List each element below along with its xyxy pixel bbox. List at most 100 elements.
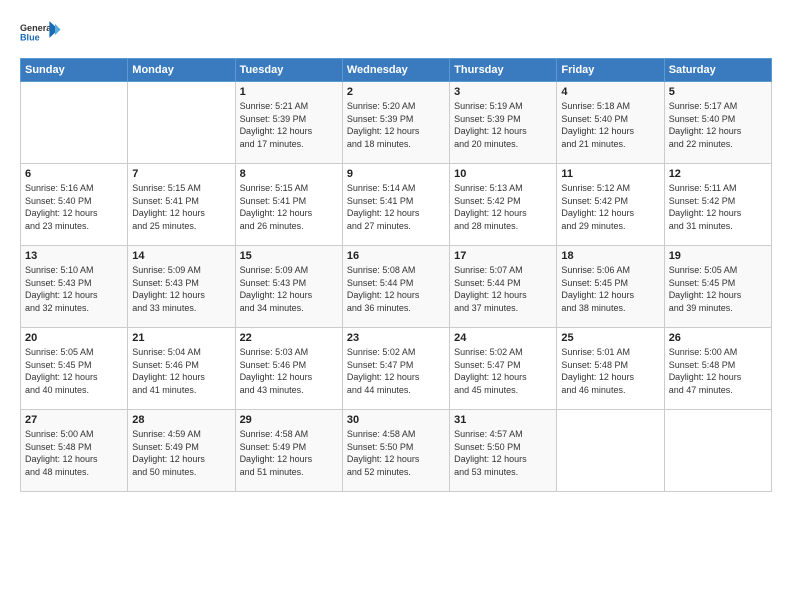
logo-svg: General Blue [20,18,62,48]
day-detail: Sunrise: 5:02 AMSunset: 5:47 PMDaylight:… [454,346,552,396]
day-number: 21 [132,332,230,344]
calendar-cell: 12 Sunrise: 5:11 AMSunset: 5:42 PMDayligh… [664,164,771,246]
calendar-cell [21,82,128,164]
day-detail: Sunrise: 5:11 AMSunset: 5:42 PMDaylight:… [669,182,767,232]
day-detail: Sunrise: 5:08 AMSunset: 5:44 PMDaylight:… [347,264,445,314]
day-number: 24 [454,332,552,344]
day-detail: Sunrise: 5:09 AMSunset: 5:43 PMDaylight:… [240,264,338,314]
day-number: 23 [347,332,445,344]
day-number: 30 [347,414,445,426]
day-number: 26 [669,332,767,344]
calendar-cell: 4Sunrise: 5:18 AMSunset: 5:40 PMDaylight… [557,82,664,164]
day-number: 29 [240,414,338,426]
weekday-header-row: SundayMondayTuesdayWednesdayThursdayFrid… [21,59,772,82]
calendar-cell: 13 Sunrise: 5:10 AMSunset: 5:43 PMDayligh… [21,246,128,328]
day-detail: Sunrise: 5:06 AMSunset: 5:45 PMDaylight:… [561,264,659,314]
day-detail: Sunrise: 5:07 AMSunset: 5:44 PMDaylight:… [454,264,552,314]
day-detail: Sunrise: 4:59 AMSunset: 5:49 PMDaylight:… [132,428,230,478]
day-detail: Sunrise: 5:12 AMSunset: 5:42 PMDaylight:… [561,182,659,232]
day-number: 3 [454,86,552,98]
calendar-cell: 31Sunrise: 4:57 AMSunset: 5:50 PMDayligh… [450,410,557,492]
header: General Blue [20,18,772,48]
calendar-cell: 25Sunrise: 5:01 AMSunset: 5:48 PMDayligh… [557,328,664,410]
day-detail: Sunrise: 5:13 AMSunset: 5:42 PMDaylight:… [454,182,552,232]
calendar-cell: 16 Sunrise: 5:08 AMSunset: 5:44 PMDayligh… [342,246,449,328]
calendar-cell: 17Sunrise: 5:07 AMSunset: 5:44 PMDayligh… [450,246,557,328]
day-number: 1 [240,86,338,98]
calendar-cell: 28 Sunrise: 4:59 AMSunset: 5:49 PMDayligh… [128,410,235,492]
calendar-cell: 3 Sunrise: 5:19 AMSunset: 5:39 PMDaylight… [450,82,557,164]
day-detail: Sunrise: 5:21 AMSunset: 5:39 PMDaylight:… [240,100,338,150]
weekday-header-tuesday: Tuesday [235,59,342,82]
calendar-cell: 1 Sunrise: 5:21 AMSunset: 5:39 PMDaylight… [235,82,342,164]
day-detail: Sunrise: 5:00 AMSunset: 5:48 PMDaylight:… [25,428,123,478]
day-detail: Sunrise: 5:05 AMSunset: 5:45 PMDaylight:… [25,346,123,396]
day-detail: Sunrise: 5:20 AMSunset: 5:39 PMDaylight:… [347,100,445,150]
calendar-cell: 7 Sunrise: 5:15 AMSunset: 5:41 PMDaylight… [128,164,235,246]
day-detail: Sunrise: 5:02 AMSunset: 5:47 PMDaylight:… [347,346,445,396]
day-number: 6 [25,168,123,180]
weekday-header-friday: Friday [557,59,664,82]
calendar-cell: 14Sunrise: 5:09 AMSunset: 5:43 PMDayligh… [128,246,235,328]
day-detail: Sunrise: 5:15 AMSunset: 5:41 PMDaylight:… [132,182,230,232]
calendar-cell: 19Sunrise: 5:05 AMSunset: 5:45 PMDayligh… [664,246,771,328]
weekday-header-thursday: Thursday [450,59,557,82]
calendar-cell: 29 Sunrise: 4:58 AMSunset: 5:49 PMDayligh… [235,410,342,492]
day-number: 22 [240,332,338,344]
calendar-cell: 18 Sunrise: 5:06 AMSunset: 5:45 PMDayligh… [557,246,664,328]
day-detail: Sunrise: 5:05 AMSunset: 5:45 PMDaylight:… [669,264,767,314]
day-detail: Sunrise: 5:14 AMSunset: 5:41 PMDaylight:… [347,182,445,232]
calendar-cell: 22 Sunrise: 5:03 AMSunset: 5:46 PMDayligh… [235,328,342,410]
svg-text:Blue: Blue [20,33,40,43]
calendar-cell: 8 Sunrise: 5:15 AMSunset: 5:41 PMDaylight… [235,164,342,246]
day-detail: Sunrise: 5:10 AMSunset: 5:43 PMDaylight:… [25,264,123,314]
day-number: 18 [561,250,659,262]
calendar-cell: 23 Sunrise: 5:02 AMSunset: 5:47 PMDayligh… [342,328,449,410]
day-number: 4 [561,86,659,98]
week-row-1: 1 Sunrise: 5:21 AMSunset: 5:39 PMDaylight… [21,82,772,164]
day-number: 14 [132,250,230,262]
day-detail: Sunrise: 4:58 AMSunset: 5:49 PMDaylight:… [240,428,338,478]
day-detail: Sunrise: 5:15 AMSunset: 5:41 PMDaylight:… [240,182,338,232]
day-number: 15 [240,250,338,262]
logo: General Blue [20,18,62,48]
calendar-cell: 30 Sunrise: 4:58 AMSunset: 5:50 PMDayligh… [342,410,449,492]
day-detail: Sunrise: 5:16 AMSunset: 5:40 PMDaylight:… [25,182,123,232]
day-number: 5 [669,86,767,98]
weekday-header-wednesday: Wednesday [342,59,449,82]
calendar-cell: 5 Sunrise: 5:17 AMSunset: 5:40 PMDaylight… [664,82,771,164]
day-number: 28 [132,414,230,426]
svg-text:General: General [20,23,54,33]
calendar-cell: 10 Sunrise: 5:13 AMSunset: 5:42 PMDayligh… [450,164,557,246]
day-number: 27 [25,414,123,426]
calendar-cell [128,82,235,164]
week-row-5: 27 Sunrise: 5:00 AMSunset: 5:48 PMDayligh… [21,410,772,492]
day-detail: Sunrise: 4:58 AMSunset: 5:50 PMDaylight:… [347,428,445,478]
day-number: 13 [25,250,123,262]
calendar-table: SundayMondayTuesdayWednesdayThursdayFrid… [20,58,772,492]
day-detail: Sunrise: 5:19 AMSunset: 5:39 PMDaylight:… [454,100,552,150]
day-number: 7 [132,168,230,180]
calendar-cell: 27 Sunrise: 5:00 AMSunset: 5:48 PMDayligh… [21,410,128,492]
day-detail: Sunrise: 5:00 AMSunset: 5:48 PMDaylight:… [669,346,767,396]
calendar-cell: 11 Sunrise: 5:12 AMSunset: 5:42 PMDayligh… [557,164,664,246]
weekday-header-monday: Monday [128,59,235,82]
day-number: 2 [347,86,445,98]
calendar-cell: 20 Sunrise: 5:05 AMSunset: 5:45 PMDayligh… [21,328,128,410]
weekday-header-sunday: Sunday [21,59,128,82]
calendar-cell: 24 Sunrise: 5:02 AMSunset: 5:47 PMDayligh… [450,328,557,410]
calendar-cell: 15 Sunrise: 5:09 AMSunset: 5:43 PMDayligh… [235,246,342,328]
day-number: 10 [454,168,552,180]
day-number: 11 [561,168,659,180]
calendar-page: General Blue SundayMondayTuesdayWednesda… [0,0,792,612]
day-number: 8 [240,168,338,180]
calendar-cell: 6 Sunrise: 5:16 AMSunset: 5:40 PMDaylight… [21,164,128,246]
day-detail: Sunrise: 5:04 AMSunset: 5:46 PMDaylight:… [132,346,230,396]
day-detail: Sunrise: 5:03 AMSunset: 5:46 PMDaylight:… [240,346,338,396]
day-number: 16 [347,250,445,262]
calendar-cell: 2 Sunrise: 5:20 AMSunset: 5:39 PMDaylight… [342,82,449,164]
day-number: 9 [347,168,445,180]
day-number: 20 [25,332,123,344]
day-number: 12 [669,168,767,180]
day-detail: Sunrise: 5:17 AMSunset: 5:40 PMDaylight:… [669,100,767,150]
